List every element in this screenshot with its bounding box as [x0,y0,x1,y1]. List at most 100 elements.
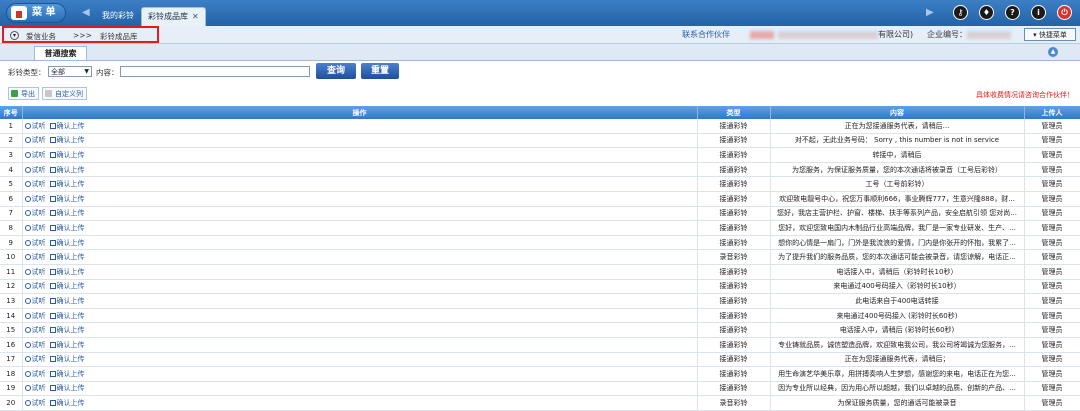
help-icon[interactable]: ? [1005,5,1020,20]
table-row[interactable]: 12 试听 确认上传 接通彩铃 来电通过400号码接入（彩铃时长10秒） 管理员 [0,279,1080,295]
listen-link[interactable]: 试听 [24,384,46,393]
col-header-no[interactable]: 序号 [0,106,23,119]
main-menu-button[interactable]: 菜 单 [6,3,66,23]
confirm-upload-link[interactable]: 确认上传 [46,268,85,276]
type-select[interactable]: 全部 ▼ [48,66,92,77]
listen-link[interactable]: 试听 [24,282,46,290]
table-row[interactable]: 3 试听 确认上传 接通彩铃 转接中，请稍后 管理员 [0,147,1080,163]
collapse-search-icon[interactable]: ▲ [1048,47,1058,57]
listen-link[interactable]: 试听 [24,297,46,305]
table-row[interactable]: 19 试听 确认上传 接通彩铃 因为专业所以经典，因为用心所以超越，我们以卓越的品质、创… [0,381,1080,397]
col-header-content[interactable]: 内容 [770,106,1025,119]
listen-link[interactable]: 试听 [24,122,46,130]
confirm-upload-link[interactable]: 确认上传 [46,136,85,144]
collapse-toggle-icon[interactable]: ▾ [10,31,19,40]
listen-link[interactable]: 试听 [24,151,46,159]
table-row[interactable]: 2 试听 确认上传 接通彩铃 对不起，无此业务号码： Sorry , this numb… [0,133,1080,149]
company-number: 企业编号： [927,29,1011,40]
table-row[interactable]: 8 试听 确认上传 接通彩铃 您好，欢迎您致电国内木制品行业高端品牌，我厂是一家专业研发… [0,220,1080,236]
contact-partner-link[interactable]: 联系合作伙伴 [682,29,730,40]
listen-link[interactable]: 试听 [24,239,46,247]
confirm-upload-link[interactable]: 确认上传 [46,341,85,349]
col-header-action[interactable]: 操作 [22,106,698,119]
confirm-upload-link[interactable]: 确认上传 [46,224,85,232]
confirm-upload-link[interactable]: 确认上传 [46,384,85,392]
confirm-upload-link[interactable]: 确认上传 [46,399,85,407]
table-row[interactable]: 5 试听 确认上传 接通彩铃 工号（工号前彩铃） 管理员 [0,176,1080,192]
content-input[interactable] [120,66,310,77]
table-row[interactable]: 13 试听 确认上传 接通彩铃 此电话来自于400电话转接 管理员 [0,293,1080,309]
listen-link[interactable]: 试听 [24,195,46,203]
play-icon [24,151,31,158]
table-row[interactable]: 11 试听 确认上传 接通彩铃 电话接入中，请稍后（彩铃时长10秒） 管理员 [0,264,1080,280]
power-icon[interactable]: ⏻ [1057,5,1072,20]
listen-link[interactable]: 试听 [24,341,46,349]
tab-scroll-left-icon[interactable]: ◀ [82,7,90,18]
listen-link[interactable]: 试听 [24,253,46,261]
confirm-upload-link[interactable]: 确认上传 [46,166,85,174]
table-row[interactable]: 16 试听 确认上传 接通彩铃 专业铸就品质，诚信塑造品牌，欢迎致电我公司，我公司将竭诚… [0,337,1080,353]
listen-link[interactable]: 试听 [24,209,46,217]
confirm-upload-link[interactable]: 确认上传 [46,151,85,159]
export-button[interactable]: 导出 [8,87,39,100]
row-content: 为您服务，为保证服务质量，您的本次通话将被录音（工号后彩铃） [770,162,1025,178]
confirm-upload-link[interactable]: 确认上传 [46,253,85,261]
info-icon[interactable]: i [1031,5,1046,20]
table-body: 1 试听 确认上传 接通彩铃 正在为您接通服务代表，请稍后... 管理员 2 试听 确认上传 接通… [0,119,1080,411]
close-tab-icon[interactable]: ✕ [192,12,199,21]
table-row[interactable]: 18 试听 确认上传 接通彩铃 用生命演艺华美乐章，用拼搏奏响人生梦想，感谢您的来电，电… [0,366,1080,382]
row-actions: 试听 确认上传 [22,337,698,353]
confirm-upload-link[interactable]: 确认上传 [46,195,85,203]
table-row[interactable]: 20 试听 确认上传 录音彩铃 为保证服务质量，您的通话可能被录音 管理员 [0,395,1080,411]
listen-link[interactable]: 试听 [24,326,46,334]
listen-link[interactable]: 试听 [24,166,46,174]
tab-normal-search[interactable]: 普通搜索 [34,46,87,60]
listen-label: 试听 [31,355,46,364]
table-row[interactable]: 15 试听 确认上传 接通彩铃 电话接入中，请稍后 (彩铃时长60秒) 管理员 [0,322,1080,338]
table-row[interactable]: 6 试听 确认上传 接通彩铃 欢迎致电靓号中心，祝您万事顺利666，事业腾辉777，生意… [0,191,1080,207]
confirm-upload-link[interactable]: 确认上传 [46,282,85,290]
tab-ringtone-library[interactable]: 彩铃成品库 ✕ [141,7,206,26]
table-row[interactable]: 4 试听 确认上传 接通彩铃 为您服务，为保证服务质量，您的本次通话将被录音（工号后彩铃… [0,162,1080,178]
confirm-upload-link[interactable]: 确认上传 [46,209,85,217]
listen-link[interactable]: 试听 [24,399,46,407]
listen-link[interactable]: 试听 [24,180,46,188]
table-row[interactable]: 10 试听 确认上传 录音彩铃 为了提升我们的服务品质，您的本次通话可能会被录音，请您谅… [0,249,1080,265]
listen-label: 试听 [31,384,46,393]
confirm-upload-link[interactable]: 确认上传 [46,122,85,130]
table-row[interactable]: 7 试听 确认上传 接通彩铃 您好，我店主营护栏、护窗、楼梯、扶手等系列产品，安全启航引… [0,206,1080,222]
redacted-name [750,30,774,39]
confirm-upload-link[interactable]: 确认上传 [46,326,85,334]
confirm-upload-link[interactable]: 确认上传 [46,239,85,247]
listen-link[interactable]: 试听 [24,136,46,144]
col-header-type[interactable]: 类型 [697,106,771,119]
tab-my-ringtones[interactable]: 我的彩铃 [96,7,140,26]
listen-link[interactable]: 试听 [24,224,46,232]
table-row[interactable]: 14 试听 确认上传 接通彩铃 来电通过400号码接入 (彩铃时长60秒) 管理员 [0,308,1080,324]
confirm-upload-link[interactable]: 确认上传 [46,180,85,188]
confirm-upload-link[interactable]: 确认上传 [46,355,85,363]
row-content: 正在为您接通服务代表，请稍后... [770,119,1025,134]
table-row[interactable]: 9 试听 确认上传 接通彩铃 想你的心情是一扇门，门外是我流浪的爱情，门内是你张开的怀抱… [0,235,1080,251]
tab-scroll-right-icon[interactable]: ▶ [926,7,934,18]
table-row[interactable]: 1 试听 确认上传 接通彩铃 正在为您接通服务代表，请稍后... 管理员 [0,119,1080,134]
quick-menu-button[interactable]: ▾ 快捷菜单 [1024,28,1076,41]
row-content: 想你的心情是一扇门，门外是我流浪的爱情，门内是你张开的怀抱，我累了... [770,235,1025,251]
reset-button[interactable]: 重置 [361,63,399,79]
col-header-uploader[interactable]: 上传人 [1024,106,1080,119]
breadcrumb-item-business[interactable]: 爱信业务 [26,31,56,42]
custom-columns-button[interactable]: 自定义列 [42,87,87,100]
query-button[interactable]: 查询 [316,63,356,79]
confirm-upload-link[interactable]: 确认上传 [46,297,85,305]
key-icon[interactable]: ⚷ [953,5,968,20]
confirm-upload-link[interactable]: 确认上传 [46,312,85,320]
listen-link[interactable]: 试听 [24,268,46,276]
shirt-icon[interactable]: ♦ [979,5,994,20]
listen-link[interactable]: 试听 [24,355,46,364]
confirm-upload-link[interactable]: 确认上传 [46,370,85,378]
table-row[interactable]: 17 试听 确认上传 接通彩铃 正在为您接通服务代表，请稍后； 管理员 [0,352,1080,368]
check-icon [49,166,56,173]
table-header-row: 序号 操作 类型 内容 上传人 [0,106,1080,119]
listen-link[interactable]: 试听 [24,312,46,320]
listen-link[interactable]: 试听 [24,370,46,378]
